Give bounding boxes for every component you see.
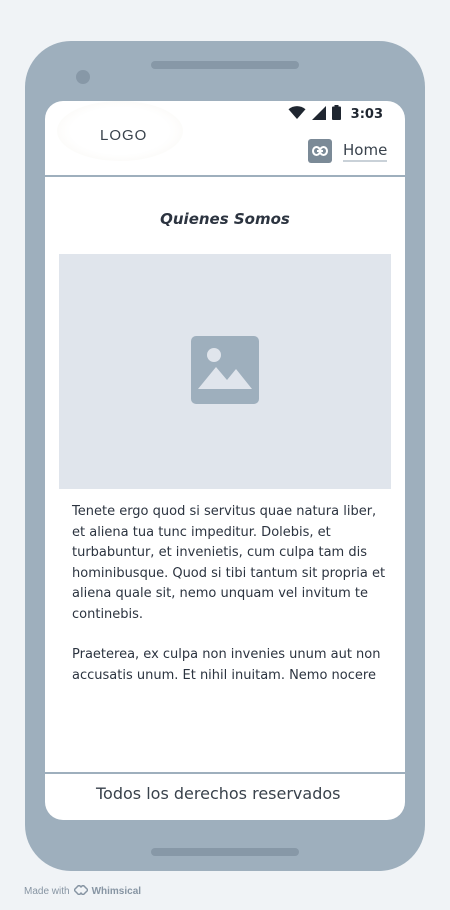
image-placeholder-icon [191,335,259,408]
front-camera [76,70,90,84]
logo[interactable]: LOGO [100,127,147,144]
nav-home-link[interactable]: Home [343,141,388,162]
watermark-brand: Whimsical [91,886,142,897]
signal-icon [311,105,326,124]
hero-image [59,254,391,489]
speaker-grille [151,61,299,69]
paragraph: Praeterea, ex culpa non invenies unum au… [72,647,381,683]
phone-frame: 3:03 LOGO Home Quienes Somos Tenete ergo… [25,41,425,871]
paragraph: Tenete ergo quod si servitus quae natura… [72,504,386,622]
phone-screen: 3:03 LOGO Home Quienes Somos Tenete ergo… [45,101,405,820]
home-indicator [151,848,299,856]
whimsical-logo-icon [72,883,89,898]
header-divider [45,175,405,177]
footer-copyright: Todos los derechos reservados [96,784,341,803]
status-time: 3:03 [350,107,383,122]
footer-divider [45,772,405,774]
watermark[interactable]: Made with Whimsical [24,883,142,898]
about-text: Tenete ergo quod si servitus quae natura… [72,502,392,706]
nav-home[interactable]: Home [308,139,388,163]
battery-icon [331,105,341,124]
watermark-prefix: Made with [24,886,70,897]
page-title: Quienes Somos [160,210,290,228]
wifi-icon [288,105,306,124]
link-icon[interactable] [308,139,332,163]
status-bar: 3:03 [265,101,405,125]
